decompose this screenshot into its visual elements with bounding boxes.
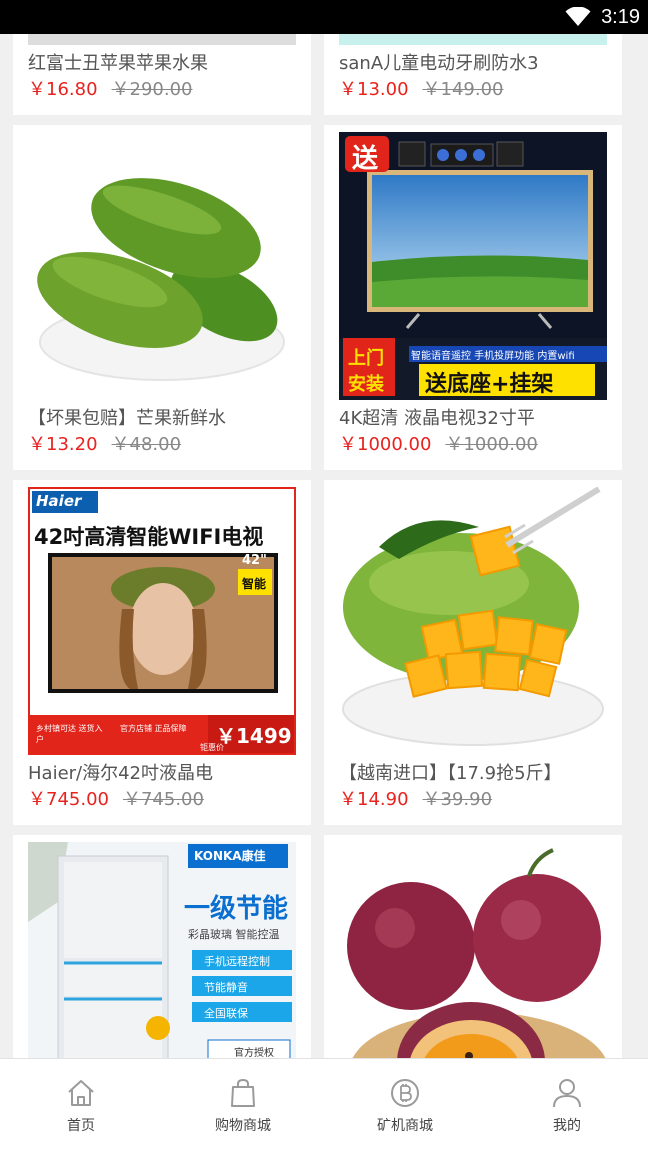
haier-smart-tag: 智能 xyxy=(242,577,267,591)
product-image-toothbrush[interactable] xyxy=(339,34,607,45)
status-bar: 3:19 xyxy=(0,0,648,34)
price-current: ￥13.00 xyxy=(339,79,409,100)
price-current: ￥16.80 xyxy=(28,79,98,100)
tab-miner-mall[interactable]: 矿机商城 xyxy=(324,1059,486,1152)
product-card[interactable] xyxy=(324,835,622,1058)
product-card[interactable]: Haier 42吋高清智能WIFI电视 42" 智能 乡村镇可达 送货入户 官方… xyxy=(13,480,311,825)
haier-promo-label: 钜惠价 xyxy=(200,743,224,752)
tab-home[interactable]: 首页 xyxy=(0,1059,162,1152)
haier-promo-price: ￥1499 xyxy=(216,724,292,748)
tab-profile[interactable]: 我的 xyxy=(486,1059,648,1152)
price-original: ￥149.00 xyxy=(422,79,504,100)
price-original: ￥745.00 xyxy=(122,789,204,810)
product-image-fridge[interactable]: KONKA康佳 一级节能 彩晶玻璃 智能控温 手机远程控制 节能静音 全国联保 … xyxy=(28,842,296,1058)
konka-feature-remote: 手机远程控制 xyxy=(204,955,270,968)
konka-headline: 一级节能 xyxy=(184,894,289,924)
haier-headline: 42吋高清智能WIFI电视 xyxy=(34,525,264,549)
user-icon xyxy=(553,1079,581,1108)
product-title: 【越南进口】【17.9抢5斤】 xyxy=(339,763,562,784)
haier-service-official: 官方店铺 正品保障 xyxy=(120,724,187,733)
tv-gift-badge: 送 xyxy=(352,144,379,174)
product-prices: ￥745.00 ￥745.00 xyxy=(28,785,204,811)
product-card[interactable]: 送 上门 安装 智能语音遥控 手机投屏功能 内置wifi 送底座+挂架 4K超清… xyxy=(324,125,622,470)
price-original: ￥48.00 xyxy=(111,434,182,455)
haier-service-delivery: 乡村镇可达 送货入户 xyxy=(36,724,103,744)
product-card[interactable]: sanA儿童电动牙刷防水3 ￥13.00 ￥149.00 xyxy=(324,34,622,115)
wifi-icon xyxy=(565,7,591,26)
haier-brand-logo: Haier xyxy=(36,492,82,510)
tv-install-tag-line2: 安装 xyxy=(348,374,384,395)
konka-feature-warranty: 全国联保 xyxy=(204,1007,248,1020)
bitcoin-icon xyxy=(391,1079,419,1107)
tab-miner-mall-label: 矿机商城 xyxy=(377,1118,433,1134)
product-title: Haier/海尔42吋液晶电 xyxy=(28,763,214,784)
product-image-apple[interactable] xyxy=(28,34,296,45)
price-original: ￥1000.00 xyxy=(445,434,538,455)
product-image-cut-mango[interactable] xyxy=(339,487,607,755)
konka-subline: 彩晶玻璃 智能控温 xyxy=(188,928,280,941)
price-original: ￥39.90 xyxy=(422,789,493,810)
tv-install-tag-line1: 上门 xyxy=(348,348,384,369)
tab-home-label: 首页 xyxy=(67,1118,95,1134)
product-title: 红富士丑苹果苹果水果 xyxy=(28,53,208,74)
tab-profile-label: 我的 xyxy=(553,1118,581,1134)
product-card[interactable]: 红富士丑苹果苹果水果 ￥16.80 ￥290.00 xyxy=(13,34,311,115)
bottom-tab-bar: 首页 购物商城 矿机商城 我的 xyxy=(0,1058,648,1152)
product-prices: ￥16.80 ￥290.00 xyxy=(28,75,193,101)
shopping-bag-icon xyxy=(231,1079,255,1107)
product-title: sanA儿童电动牙刷防水3 xyxy=(339,53,539,74)
product-image-passion-fruit[interactable] xyxy=(339,842,607,1058)
konka-sticker: 官方授权 xyxy=(234,1048,274,1058)
product-title: 【坏果包赔】芒果新鲜水 xyxy=(28,408,226,429)
price-current: ￥13.20 xyxy=(28,434,98,455)
tab-shopping-mall[interactable]: 购物商城 xyxy=(162,1059,324,1152)
product-card[interactable]: 【坏果包赔】芒果新鲜水 ￥13.20 ￥48.00 xyxy=(13,125,311,470)
konka-feature-quiet: 节能静音 xyxy=(204,981,248,994)
product-image-green-mango[interactable] xyxy=(28,132,296,400)
home-icon xyxy=(68,1080,94,1106)
price-current: ￥745.00 xyxy=(28,789,109,810)
price-current: ￥14.90 xyxy=(339,789,409,810)
product-card[interactable]: 【越南进口】【17.9抢5斤】 ￥14.90 ￥39.90 xyxy=(324,480,622,825)
product-image-tv-landscape[interactable]: 送 上门 安装 智能语音遥控 手机投屏功能 内置wifi 送底座+挂架 xyxy=(339,132,607,400)
product-image-haier-tv[interactable]: Haier 42吋高清智能WIFI电视 42" 智能 乡村镇可达 送货入户 官方… xyxy=(28,487,296,755)
haier-size-tag: 42" xyxy=(242,553,267,568)
price-original: ￥290.00 xyxy=(111,79,193,100)
konka-brand-logo: KONKA康佳 xyxy=(194,849,266,863)
product-feed[interactable]: 红富士丑苹果苹果水果 ￥16.80 ￥290.00 sanA儿童电动牙刷防水3 ￥… xyxy=(0,34,648,1058)
price-current: ￥1000.00 xyxy=(339,434,432,455)
product-prices: ￥14.90 ￥39.90 xyxy=(339,785,492,811)
product-title: 4K超清 液晶电视32寸平 xyxy=(339,408,535,429)
tab-shopping-mall-label: 购物商城 xyxy=(215,1118,271,1134)
product-prices: ￥13.20 ￥48.00 xyxy=(28,430,181,456)
product-card[interactable]: KONKA康佳 一级节能 彩晶玻璃 智能控温 手机远程控制 节能静音 全国联保 … xyxy=(13,835,311,1058)
product-prices: ￥13.00 ￥149.00 xyxy=(339,75,504,101)
tv-feature-strip: 智能语音遥控 手机投屏功能 内置wifi xyxy=(411,351,575,362)
status-time: 3:19 xyxy=(601,5,640,28)
product-prices: ￥1000.00 ￥1000.00 xyxy=(339,430,538,456)
tv-gift-caption: 送底座+挂架 xyxy=(425,372,554,397)
